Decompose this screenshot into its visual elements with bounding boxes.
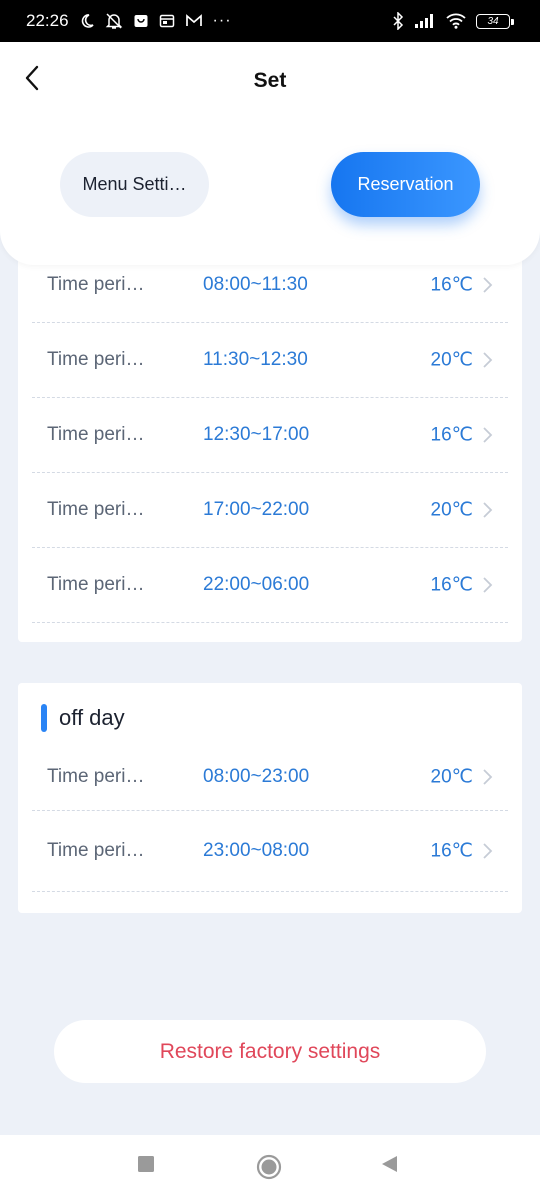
page-title: Set [253, 69, 287, 92]
list-item[interactable]: Time peri… 22:00~06:00 16℃ [32, 548, 508, 623]
period-range: 22:00~06:00 [203, 574, 310, 595]
chevron-right-icon [483, 843, 493, 859]
accent-bar [41, 704, 47, 732]
period-label: Time peri… [47, 349, 145, 370]
period-temp: 20℃ [430, 349, 473, 371]
status-left: 22:26 ··· [26, 11, 232, 31]
period-temp: 20℃ [430, 766, 473, 788]
period-label: Time peri… [47, 766, 145, 787]
header: Set Menu Setti… Reservation [0, 42, 540, 265]
shopping-icon [133, 13, 149, 29]
list-item[interactable]: Time peri… 12:30~17:00 16℃ [32, 398, 508, 473]
status-right: 34 [392, 12, 514, 30]
section-title: off day [59, 705, 125, 730]
mute-icon [105, 12, 123, 30]
period-label: Time peri… [47, 840, 145, 861]
restore-factory-button[interactable]: Restore factory settings [54, 1020, 486, 1083]
period-label: Time peri… [47, 499, 145, 520]
chevron-right-icon [483, 769, 493, 785]
chevron-right-icon [483, 502, 493, 518]
back-triangle-icon[interactable] [380, 1155, 398, 1173]
wifi-icon [446, 13, 466, 29]
chevron-right-icon [483, 577, 493, 593]
period-range: 17:00~22:00 [203, 499, 310, 520]
home-icon[interactable] [256, 1154, 282, 1180]
calendar-icon [159, 13, 175, 29]
mail-icon [185, 13, 203, 29]
period-range: 11:30~12:30 [203, 349, 308, 370]
list-item[interactable]: Time peri… 23:00~08:00 16℃ [32, 811, 508, 892]
signal-icon [414, 13, 436, 29]
bluetooth-icon [392, 12, 404, 30]
period-temp: 16℃ [430, 574, 473, 596]
off-day-card: off day Time peri… 08:00~23:00 20℃ Time … [18, 683, 522, 913]
battery-icon: 34 [476, 13, 514, 29]
status-time: 22:26 [26, 11, 69, 30]
period-temp: 16℃ [430, 424, 473, 446]
period-label: Time peri… [47, 274, 145, 295]
section-header: off day [18, 683, 522, 753]
period-temp: 20℃ [430, 499, 473, 521]
period-temp: 16℃ [430, 274, 473, 296]
list-item[interactable]: Time peri… 08:00~23:00 20℃ [32, 753, 508, 811]
chevron-right-icon [483, 352, 493, 368]
more-icon: ··· [212, 12, 232, 29]
period-range: 08:00~23:00 [203, 766, 310, 787]
list-item[interactable]: Time peri… 17:00~22:00 20℃ [32, 473, 508, 548]
period-range: 23:00~08:00 [203, 840, 310, 861]
period-range: 12:30~17:00 [203, 424, 310, 445]
recent-apps-icon[interactable] [137, 1155, 155, 1173]
tab-reservation[interactable]: Reservation [331, 152, 480, 217]
chevron-right-icon [483, 277, 493, 293]
workday-card: Time peri… 08:00~11:30 16℃ Time peri… 11… [18, 248, 522, 642]
moon-icon [79, 13, 95, 29]
period-range: 08:00~11:30 [203, 274, 308, 295]
system-nav-bar [0, 1135, 540, 1200]
chevron-right-icon [483, 427, 493, 443]
list-item[interactable]: Time peri… 11:30~12:30 20℃ [32, 323, 508, 398]
status-bar: 22:26 ··· 34 [0, 0, 540, 42]
period-temp: 16℃ [430, 840, 473, 862]
period-label: Time peri… [47, 424, 145, 445]
tab-menu-settings[interactable]: Menu Setti… [60, 152, 209, 217]
period-label: Time peri… [47, 574, 145, 595]
